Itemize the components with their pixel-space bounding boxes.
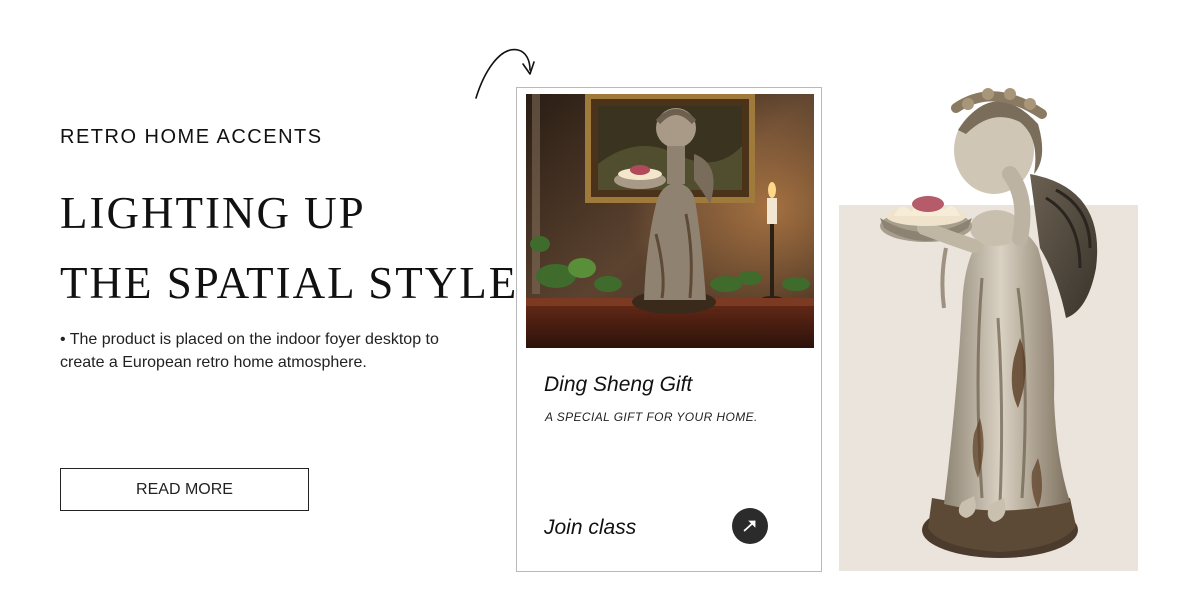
eyebrow-label: RETRO HOME ACCENTS: [60, 126, 323, 148]
hero-description: • The product is placed on the indoor fo…: [60, 331, 439, 371]
join-class-link[interactable]: Join class: [544, 516, 636, 540]
headline-line-2: THE SPATIAL STYLE: [60, 258, 519, 308]
go-button[interactable]: [732, 508, 768, 544]
statue-scene-image: [526, 94, 814, 348]
product-card: Ding Sheng Gift A SPECIAL GIFT FOR YOUR …: [516, 87, 822, 572]
headline-line-1: LIGHTING UP: [60, 188, 366, 238]
arrow-up-right-icon: [743, 520, 756, 532]
card-photo: [526, 94, 814, 348]
read-more-button[interactable]: READ MORE: [60, 468, 309, 511]
angel-statue-image: [880, 88, 1098, 558]
card-brand: Ding Sheng Gift: [544, 373, 693, 396]
hero-headline: LIGHTING UP THE SPATIAL STYLE: [60, 178, 518, 318]
card-tagline: A SPECIAL GIFT FOR YOUR HOME.: [545, 410, 758, 424]
